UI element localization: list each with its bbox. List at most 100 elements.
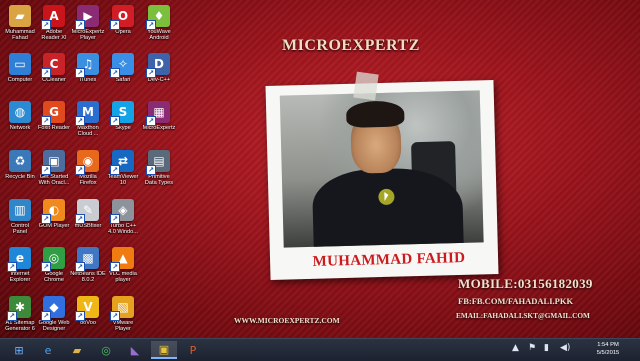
teamviewer-10-icon: ⇄	[110, 150, 134, 175]
desktop-icon-label: Maxthon Cloud ...	[77, 125, 99, 138]
desktop-icon-control-panel[interactable]: ▥ Control Panel	[2, 197, 38, 245]
desktop-icon-muhammad-fahad-folder[interactable]: ▰ Muhammad Fahad	[2, 3, 38, 51]
desktop-icon-label: Opera	[115, 29, 131, 35]
network-icon[interactable]: ▮	[544, 343, 549, 353]
desktop-icon-label: Primitive Data Types	[144, 174, 174, 187]
tape-decoration	[353, 71, 379, 101]
desktop-icon-a1-sitemap-generator[interactable]: ✱A1 Sitemap Generator 6	[2, 294, 38, 338]
desktop-icon-netbeans-ide[interactable]: ▩NetBeans IDE 8.0.2	[70, 245, 106, 293]
turbo-cpp-icon: ◈	[110, 199, 134, 224]
desktop-icon-itunes[interactable]: ♫iTunes	[70, 51, 106, 99]
chrome-taskbar[interactable]: ◎	[93, 341, 119, 359]
desktop-icon-label: MicroExpertz Player	[71, 29, 105, 42]
clock-time: 1:54 PM	[597, 342, 619, 348]
person-body-shape	[311, 166, 465, 248]
desktop-icon-label: Turbo C++ 4.0 Windo...	[108, 223, 138, 236]
desktop-icon-oovoo[interactable]: VooVoo	[70, 294, 106, 338]
microexpertz-icon: ▦	[146, 101, 170, 126]
desktop-icon-label: Dev-C++	[147, 77, 171, 83]
desktop-icon-label: YouWave Android	[147, 29, 171, 42]
desktop: ▰Muhammad FahadAAdobe Reader XI▶MicroExp…	[0, 0, 640, 338]
clock-date: 5/5/2015	[596, 350, 620, 356]
desktop-icon-label: Mozilla Firefox	[79, 174, 97, 187]
itunes-icon: ♫	[75, 53, 99, 78]
control-panel-icon: ▥	[9, 199, 31, 221]
desktop-icon-primitive-data-types[interactable]: ▤Primitive Data Types	[141, 148, 177, 196]
chrome-icon: ◎	[101, 343, 111, 357]
mozilla-firefox-icon: ◉	[75, 150, 99, 175]
powerpoint-icon: P	[189, 343, 197, 357]
microexpertz-player-icon: ▶	[75, 5, 99, 30]
desktop-icon-vlc-media-player[interactable]: ▲VLC media player	[105, 245, 141, 293]
oovoo-icon: V	[75, 296, 99, 321]
foxit-reader-icon: G	[41, 101, 65, 126]
netbeans-ide-icon: ▩	[75, 247, 99, 272]
desktop-icon-ccleaner[interactable]: CCCleaner	[36, 51, 72, 99]
desktop-icon-label: TeamViewer 10	[107, 174, 139, 187]
desktop-icon-opera[interactable]: OOpera	[105, 3, 141, 51]
google-chrome-icon: ◎	[41, 247, 65, 272]
person-name: MUHAMMAD FAHID	[312, 249, 466, 270]
skype-icon: S	[110, 101, 134, 126]
muhammad-fahad-folder-icon: ▰	[9, 5, 31, 27]
desktop-icon-recycle-bin[interactable]: ♻ Recycle Bin	[2, 148, 38, 196]
desktop-icon-gom-player[interactable]: ◐GOM Player	[36, 197, 72, 245]
primitive-data-types-icon: ▤	[146, 150, 170, 175]
internet-explorer-taskbar[interactable]: e	[35, 341, 61, 359]
maxthon-cloud-icon: M	[75, 101, 99, 126]
desktop-icon-foxit-reader[interactable]: GFoxit Reader	[36, 99, 72, 147]
adobe-reader-xi-icon: A	[41, 5, 65, 30]
system-clock[interactable]: 1:54 PM 5/5/2015	[588, 341, 628, 357]
desktop-icon-computer[interactable]: ▭ Computer	[2, 51, 38, 99]
desktop-icon-label: iTunes	[79, 77, 97, 83]
desktop-icon-safari[interactable]: ✧Safari	[105, 51, 141, 99]
desktop-icon-google-chrome[interactable]: ◎Google Chrome	[36, 245, 72, 293]
dev-cpp-icon: D	[146, 53, 170, 78]
tray-arrow-icon[interactable]: ▲	[512, 343, 519, 353]
flag-icon[interactable]: ⚑	[528, 343, 536, 353]
vlc-media-player-icon: ▲	[110, 247, 134, 272]
desktop-icon-vmware-player[interactable]: ▧VMware Player	[105, 294, 141, 338]
desktop-icon-microexpertz-player[interactable]: ▶MicroExpertz Player	[70, 3, 106, 51]
desktop-icon-skype[interactable]: SSkype	[105, 99, 141, 147]
desktop-icon-microexpertz[interactable]: ▦MicroExpertz	[141, 99, 177, 147]
recycle-bin-icon: ♻	[9, 150, 31, 172]
mobile-number: MOBILE:03156182039	[458, 276, 593, 291]
start-icon: ⊞	[14, 343, 24, 357]
visual-studio-taskbar[interactable]: ◣	[122, 341, 148, 359]
desktop-icon-label: Safari	[115, 77, 131, 83]
recorder-taskbar[interactable]: ▣	[151, 341, 177, 359]
network-icon: ◍	[9, 101, 31, 123]
desktop-icon-network[interactable]: ◍ Network	[2, 99, 38, 147]
internet-explorer-icon: e	[44, 343, 52, 357]
desktop-icon-teamviewer-10[interactable]: ⇄TeamViewer 10	[105, 148, 141, 196]
ccleaner-icon: C	[41, 53, 65, 78]
gom-player-icon: ◐	[41, 199, 65, 224]
profile-photo	[279, 90, 484, 248]
desktop-icon-label: Skype	[115, 125, 131, 131]
desktop-icon-get-started-oracle[interactable]: ▣Get Started With Oracl...	[36, 148, 72, 196]
desktop-icon-adobe-reader-xi[interactable]: AAdobe Reader XI	[36, 3, 72, 51]
desktop-icon-turbo-cpp[interactable]: ◈Turbo C++ 4.0 Windo...	[105, 197, 141, 245]
safari-icon: ✧	[110, 53, 134, 78]
powerpoint-taskbar[interactable]: P	[180, 341, 206, 359]
website-url: WWW.MICROEXPERTZ.COM	[234, 316, 340, 325]
desktop-icon-label: NetBeans IDE 8.0.2	[70, 271, 106, 284]
wallpaper-title: MICROEXPERTZ	[282, 37, 420, 54]
desktop-icon-internet-explorer[interactable]: eInternet Explorer	[2, 245, 38, 293]
desktop-icon-musbfixer[interactable]: ✎mUSBfixer	[70, 197, 106, 245]
desktop-icon-google-web-designer[interactable]: ◆Google Web Designer	[36, 294, 72, 338]
file-explorer-taskbar[interactable]: ▰	[64, 341, 90, 359]
name-banner: MUHAMMAD FAHID	[285, 243, 493, 277]
vmware-player-icon: ▧	[110, 296, 134, 321]
person-hair-shape	[345, 100, 405, 128]
desktop-icon-dev-cpp[interactable]: DDev-C++	[141, 51, 177, 99]
musbfixer-icon: ✎	[75, 199, 99, 224]
volume-icon[interactable]: ◀)	[560, 343, 570, 353]
desktop-icon-maxthon-cloud[interactable]: MMaxthon Cloud ...	[70, 99, 106, 147]
start-button[interactable]: ⊞	[6, 341, 32, 359]
desktop-icon-mozilla-firefox[interactable]: ◉Mozilla Firefox	[70, 148, 106, 196]
youwave-android-icon: ♦	[146, 5, 170, 30]
visual-studio-icon: ◣	[130, 343, 140, 357]
desktop-icon-youwave-android[interactable]: ♦YouWave Android	[141, 3, 177, 51]
